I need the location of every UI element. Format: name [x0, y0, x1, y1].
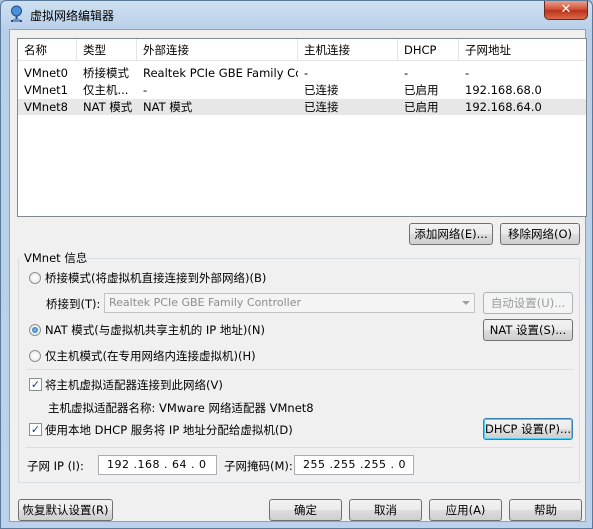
- cell-name: VMnet8: [24, 100, 68, 114]
- column-header-host[interactable]: 主机连接: [298, 39, 398, 61]
- column-header-external[interactable]: 外部连接: [137, 39, 298, 61]
- subnet-ip-field[interactable]: 192 .168 . 64 . 0: [98, 455, 217, 475]
- list-header: 名称 类型 外部连接 主机连接 DHCP 子网地址: [18, 39, 586, 61]
- subnet-ip-label: 子网 IP (I):: [27, 459, 84, 473]
- dhcp-checkbox-label[interactable]: 使用本地 DHCP 服务将 IP 地址分配给虚拟机(D): [45, 422, 293, 438]
- close-icon: ✕: [560, 2, 572, 17]
- table-row[interactable]: VMnet0 桥接模式 Realtek PCIe GBE Family Co..…: [18, 65, 586, 81]
- column-header-dhcp[interactable]: DHCP: [398, 39, 459, 61]
- cell-subnet: -: [465, 66, 470, 80]
- cell-external: -: [143, 83, 148, 97]
- table-row[interactable]: VMnet1 仅主机... - 已连接 已启用 192.168.68.0: [18, 82, 586, 98]
- nat-settings-button[interactable]: NAT 设置(S)...: [483, 319, 573, 341]
- host-only-mode-radio[interactable]: [29, 350, 41, 362]
- cell-name: VMnet0: [24, 66, 68, 80]
- cell-host: -: [304, 66, 309, 80]
- bridged-to-value: Realtek PCIe GBE Family Controller: [109, 296, 302, 309]
- subnet-mask-field[interactable]: 255 .255 .255 . 0: [294, 455, 414, 475]
- cell-host: 已连接: [304, 100, 339, 114]
- cell-host: 已连接: [304, 83, 339, 97]
- dhcp-settings-button[interactable]: DHCP 设置(P)...: [483, 418, 573, 440]
- cell-external: NAT 模式: [143, 100, 193, 114]
- network-app-icon: [11, 5, 22, 22]
- nat-mode-radio[interactable]: [29, 324, 41, 336]
- bridged-to-select[interactable]: Realtek PCIe GBE Family Controller: [104, 293, 475, 313]
- nat-mode-label[interactable]: NAT 模式(与虚拟机共享主机的 IP 地址)(N): [45, 322, 265, 338]
- cell-dhcp: 已启用: [404, 83, 439, 97]
- cell-type: 桥接模式: [83, 66, 129, 80]
- bridged-to-label: 桥接到(T):: [46, 297, 101, 311]
- ok-button[interactable]: 确定: [269, 499, 342, 521]
- cancel-button[interactable]: 取消: [349, 499, 422, 521]
- cell-subnet: 192.168.68.0: [465, 83, 542, 97]
- apply-button[interactable]: 应用(A): [429, 499, 502, 521]
- cell-dhcp: 已启用: [404, 100, 439, 114]
- column-header-subnet[interactable]: 子网地址: [459, 39, 554, 61]
- cell-type: 仅主机...: [83, 83, 129, 97]
- auto-settings-button[interactable]: 自动设置(U)...: [483, 292, 573, 314]
- host-only-mode-label[interactable]: 仅主机模式(在专用网络内连接虚拟机)(H): [45, 348, 256, 364]
- table-row-selected[interactable]: VMnet8 NAT 模式 NAT 模式 已连接 已启用 192.168.64.…: [18, 99, 586, 115]
- cell-name: VMnet1: [24, 83, 68, 97]
- section-divider: [26, 447, 573, 448]
- title-bar[interactable]: 虚拟网络编辑器 ✕: [1, 1, 592, 29]
- chevron-down-icon: [462, 301, 470, 305]
- column-header-type[interactable]: 类型: [77, 39, 137, 61]
- cell-subnet: 192.168.64.0: [465, 100, 542, 114]
- add-network-button[interactable]: 添加网络(E)...: [409, 223, 493, 245]
- cell-dhcp: -: [404, 66, 409, 80]
- bridged-mode-radio[interactable]: [29, 272, 41, 284]
- network-list[interactable]: 名称 类型 外部连接 主机连接 DHCP 子网地址 VMnet0 桥接模式 Re…: [17, 38, 587, 217]
- bridged-mode-label[interactable]: 桥接模式(将虚拟机直接连接到外部网络)(B): [45, 270, 266, 286]
- cell-type: NAT 模式: [83, 100, 133, 114]
- column-header-name[interactable]: 名称: [18, 39, 77, 61]
- cell-external: Realtek PCIe GBE Family Co...: [143, 66, 298, 80]
- dhcp-checkbox[interactable]: ✓: [29, 423, 42, 436]
- help-button[interactable]: 帮助: [509, 499, 582, 521]
- close-button[interactable]: ✕: [544, 1, 588, 20]
- adapter-name-label: 主机虚拟适配器名称: VMware 网络适配器 VMnet8: [48, 401, 314, 415]
- dialog-client-area: 名称 类型 外部连接 主机连接 DHCP 子网地址 VMnet0 桥接模式 Re…: [9, 29, 587, 522]
- remove-network-button[interactable]: 移除网络(O): [500, 223, 580, 245]
- connect-adapter-label[interactable]: 将主机虚拟适配器连接到此网络(V): [45, 377, 223, 393]
- window-title: 虚拟网络编辑器: [30, 9, 115, 23]
- connect-adapter-checkbox[interactable]: ✓: [29, 378, 42, 391]
- section-divider: [26, 369, 573, 370]
- restore-defaults-button[interactable]: 恢复默认设置(R): [18, 499, 113, 521]
- virtual-network-editor-window: 虚拟网络编辑器 ✕ 名称 类型 外部连接 主机连接 DHCP 子网地址 VMne…: [0, 0, 593, 529]
- subnet-mask-label: 子网掩码(M):: [224, 459, 293, 473]
